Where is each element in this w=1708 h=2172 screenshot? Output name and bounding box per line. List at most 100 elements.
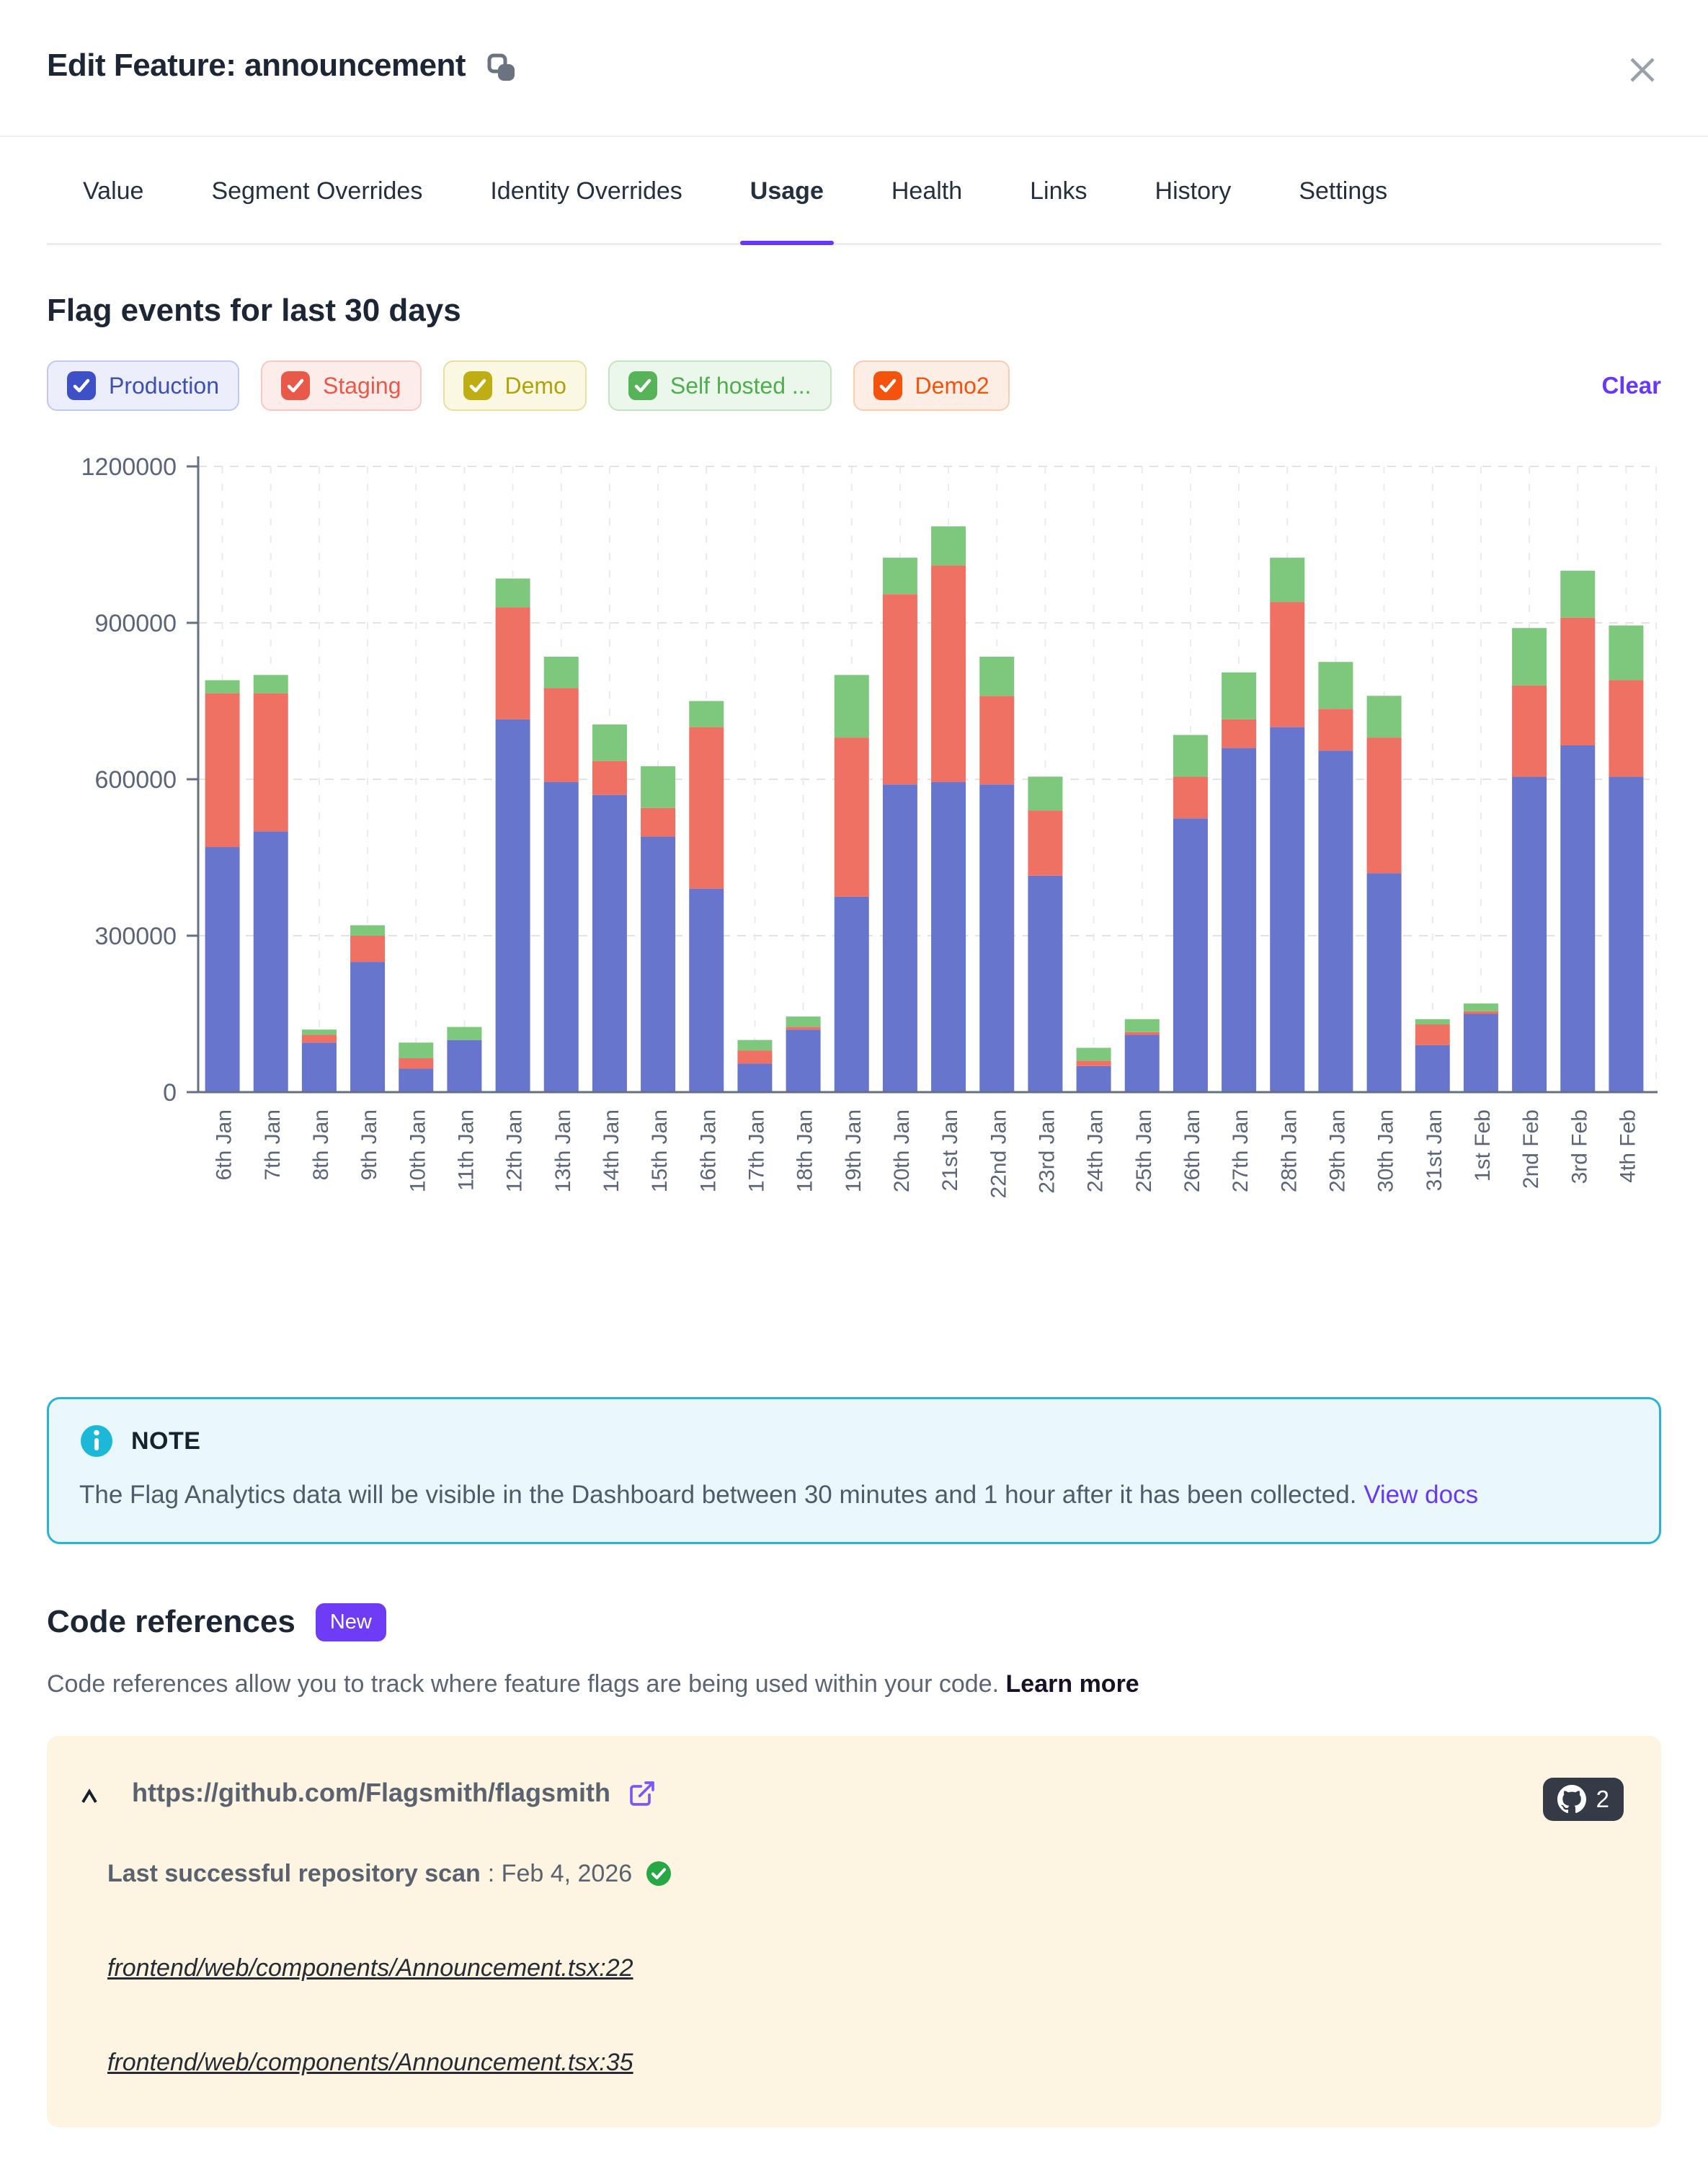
bar-segment[interactable]: [1173, 735, 1208, 777]
bar-segment[interactable]: [835, 675, 869, 737]
bar-segment[interactable]: [1173, 776, 1208, 818]
bar-segment[interactable]: [1512, 628, 1547, 686]
bar-segment[interactable]: [1318, 750, 1353, 1092]
bar-segment[interactable]: [1464, 1011, 1498, 1014]
env-filter-staging[interactable]: Staging: [261, 360, 422, 411]
bar-segment[interactable]: [883, 558, 917, 595]
bar-segment[interactable]: [979, 784, 1014, 1092]
tab-value[interactable]: Value: [83, 177, 143, 243]
bar-segment[interactable]: [205, 693, 240, 847]
bar-segment[interactable]: [1560, 745, 1595, 1092]
bar-segment[interactable]: [1415, 1045, 1450, 1092]
env-filter-production[interactable]: Production: [47, 360, 239, 411]
tab-history[interactable]: History: [1155, 177, 1232, 243]
bar-segment[interactable]: [254, 693, 288, 832]
checkbox-checked-icon[interactable]: [67, 371, 96, 400]
bar-segment[interactable]: [496, 719, 530, 1092]
bar-segment[interactable]: [979, 696, 1014, 784]
bar-segment[interactable]: [1318, 662, 1353, 709]
tab-links[interactable]: Links: [1030, 177, 1087, 243]
bar-segment[interactable]: [1270, 558, 1304, 602]
bar-segment[interactable]: [1028, 876, 1062, 1092]
checkbox-checked-icon[interactable]: [281, 371, 310, 400]
bar-segment[interactable]: [1512, 686, 1547, 777]
bar-segment[interactable]: [689, 727, 724, 889]
bar-segment[interactable]: [1077, 1048, 1111, 1061]
bar-segment[interactable]: [1367, 696, 1402, 737]
bar-segment[interactable]: [399, 1058, 433, 1068]
bar-segment[interactable]: [883, 784, 917, 1092]
bar-segment[interactable]: [447, 1027, 481, 1040]
bar-segment[interactable]: [496, 607, 530, 719]
close-icon[interactable]: [1620, 48, 1665, 92]
bar-segment[interactable]: [544, 657, 579, 688]
bar-segment[interactable]: [689, 889, 724, 1092]
bar-segment[interactable]: [447, 1040, 481, 1092]
bar-segment[interactable]: [1028, 810, 1062, 875]
learn-more-link[interactable]: Learn more: [1006, 1670, 1139, 1698]
bar-segment[interactable]: [399, 1042, 433, 1058]
code-reference-file-link[interactable]: frontend/web/components/Announcement.tsx…: [107, 1954, 633, 1982]
bar-segment[interactable]: [835, 897, 869, 1092]
env-filter-self-hosted[interactable]: Self hosted ...: [608, 360, 832, 411]
bar-segment[interactable]: [786, 1016, 821, 1027]
tab-health[interactable]: Health: [891, 177, 962, 243]
github-count-badge[interactable]: 2: [1543, 1778, 1624, 1821]
bar-segment[interactable]: [641, 808, 675, 837]
bar-segment[interactable]: [254, 831, 288, 1092]
chevron-up-icon[interactable]: [77, 1785, 102, 1809]
bar-segment[interactable]: [1318, 709, 1353, 750]
bar-segment[interactable]: [302, 1029, 337, 1034]
checkbox-checked-icon[interactable]: [628, 371, 657, 400]
bar-segment[interactable]: [302, 1042, 337, 1092]
bar-segment[interactable]: [350, 936, 385, 962]
env-filter-demo2[interactable]: Demo2: [853, 360, 1010, 411]
bar-segment[interactable]: [1464, 1003, 1498, 1011]
repo-url[interactable]: https://github.com/Flagsmith/flagsmith: [132, 1778, 610, 1808]
bar-segment[interactable]: [544, 688, 579, 781]
bar-segment[interactable]: [931, 526, 966, 565]
bar-segment[interactable]: [496, 579, 530, 608]
bar-segment[interactable]: [883, 594, 917, 784]
bar-segment[interactable]: [399, 1068, 433, 1092]
bar-segment[interactable]: [205, 681, 240, 693]
bar-segment[interactable]: [835, 737, 869, 897]
bar-segment[interactable]: [1560, 618, 1595, 745]
checkbox-checked-icon[interactable]: [873, 371, 902, 400]
bar-segment[interactable]: [1609, 681, 1643, 777]
bar-segment[interactable]: [1077, 1061, 1111, 1066]
bar-segment[interactable]: [1173, 818, 1208, 1092]
tab-usage[interactable]: Usage: [750, 177, 824, 243]
bar-segment[interactable]: [1415, 1019, 1450, 1024]
copy-icon[interactable]: [484, 50, 517, 84]
bar-segment[interactable]: [1609, 776, 1643, 1092]
bar-segment[interactable]: [350, 926, 385, 936]
bar-segment[interactable]: [786, 1027, 821, 1030]
tab-settings[interactable]: Settings: [1299, 177, 1387, 243]
bar-segment[interactable]: [737, 1063, 772, 1092]
bar-segment[interactable]: [1415, 1024, 1450, 1045]
bar-segment[interactable]: [641, 766, 675, 808]
bar-segment[interactable]: [592, 761, 627, 795]
bar-segment[interactable]: [1125, 1032, 1160, 1035]
bar-segment[interactable]: [689, 701, 724, 727]
tab-segment-overrides[interactable]: Segment Overrides: [211, 177, 422, 243]
bar-segment[interactable]: [1028, 776, 1062, 810]
bar-segment[interactable]: [1367, 737, 1402, 873]
bar-segment[interactable]: [737, 1050, 772, 1063]
env-filter-demo[interactable]: Demo: [443, 360, 587, 411]
external-link-icon[interactable]: [628, 1779, 657, 1808]
bar-segment[interactable]: [979, 657, 1014, 696]
bar-segment[interactable]: [1077, 1066, 1111, 1092]
view-docs-link[interactable]: View docs: [1364, 1481, 1478, 1509]
bar-segment[interactable]: [1609, 626, 1643, 681]
code-reference-file-link[interactable]: frontend/web/components/Announcement.tsx…: [107, 2049, 633, 2077]
bar-segment[interactable]: [1270, 602, 1304, 727]
clear-filters-link[interactable]: Clear: [1601, 372, 1661, 399]
bar-segment[interactable]: [302, 1034, 337, 1042]
bar-segment[interactable]: [1270, 727, 1304, 1092]
bar-segment[interactable]: [737, 1040, 772, 1050]
bar-segment[interactable]: [931, 782, 966, 1092]
bar-segment[interactable]: [1222, 748, 1256, 1092]
bar-segment[interactable]: [641, 837, 675, 1092]
